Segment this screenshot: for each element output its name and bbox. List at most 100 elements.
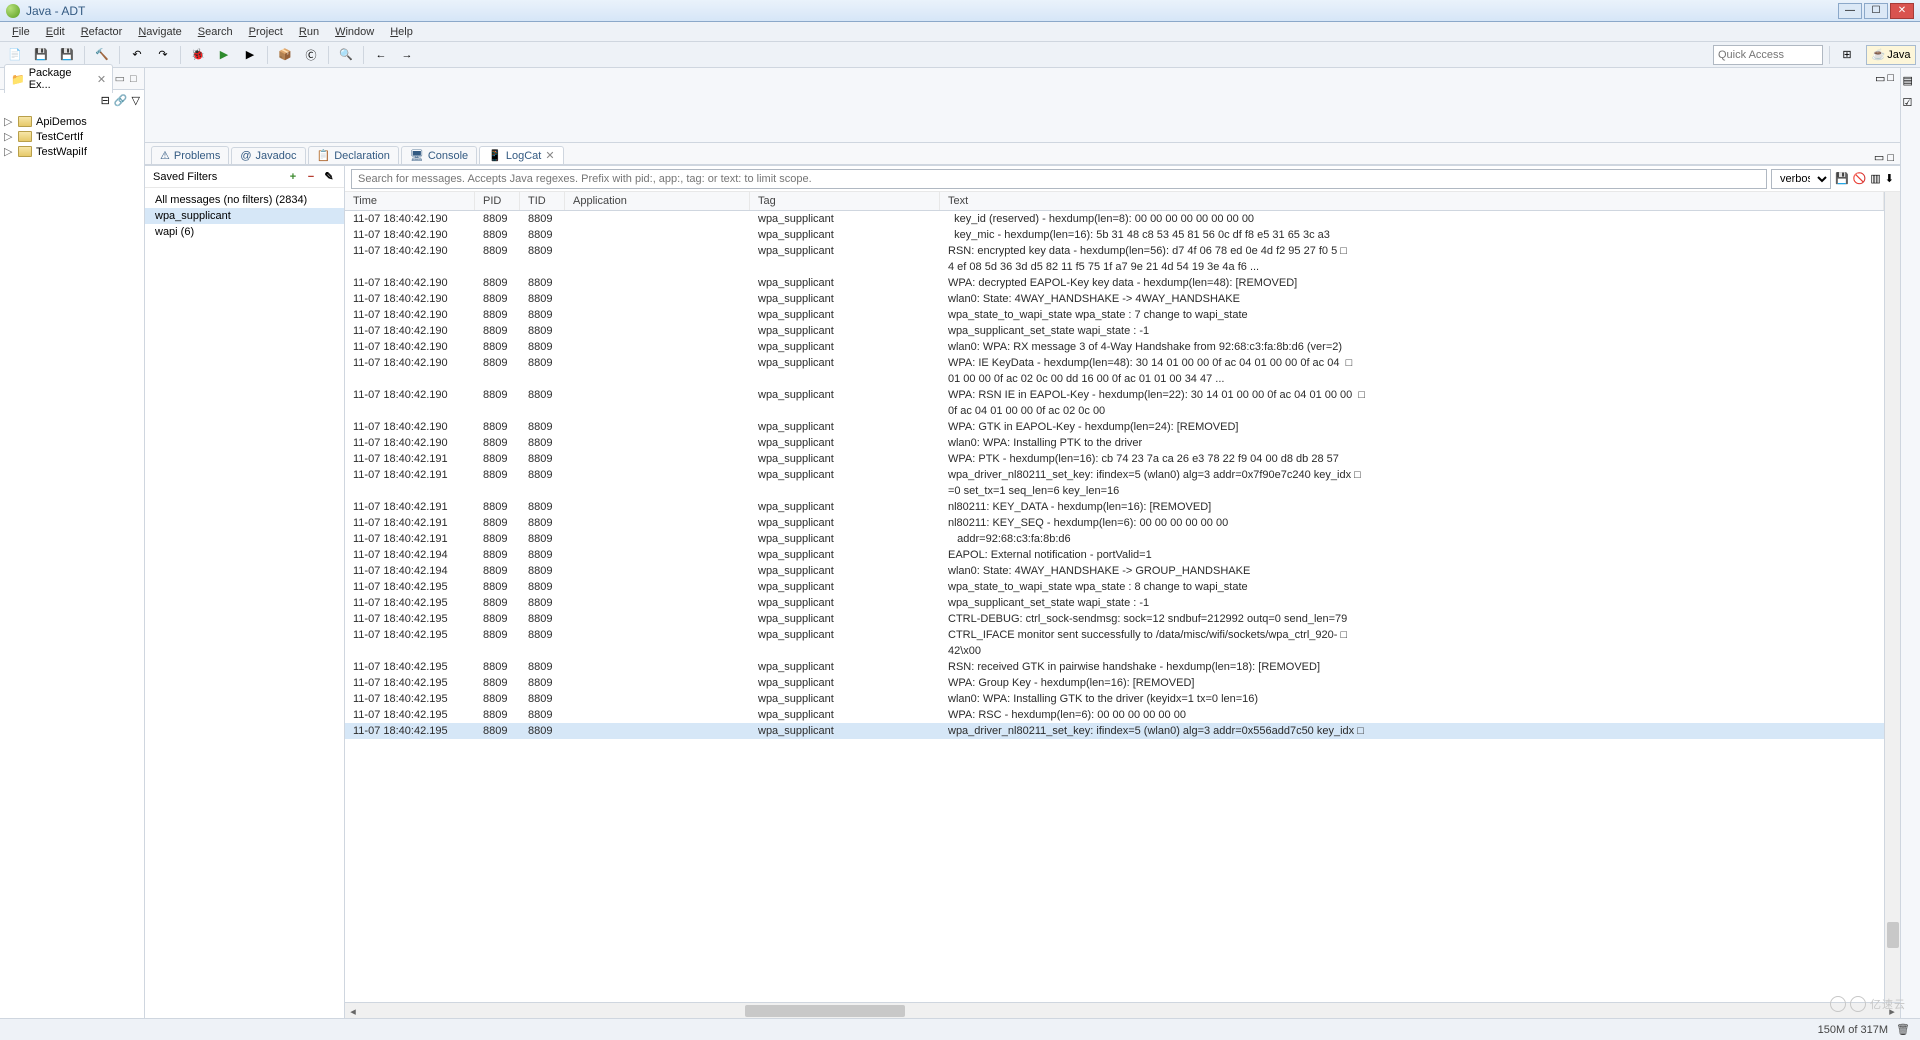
minimize-editor-icon[interactable]: ▭ bbox=[1875, 72, 1885, 85]
log-row[interactable]: =0 set_tx=1 seq_len=6 key_len=16 bbox=[345, 483, 1884, 499]
log-row[interactable]: 11-07 18:40:42.19588098809wpa_supplicant… bbox=[345, 691, 1884, 707]
column-text[interactable]: Text bbox=[940, 192, 1884, 210]
column-application[interactable]: Application bbox=[565, 192, 750, 210]
log-row[interactable]: 11-07 18:40:42.19188098809wpa_supplicant… bbox=[345, 451, 1884, 467]
new-icon[interactable]: 📄 bbox=[4, 45, 26, 65]
run-icon[interactable]: ▶ bbox=[213, 45, 235, 65]
minimize-view-icon[interactable]: ▭ bbox=[1874, 152, 1884, 164]
tab-console[interactable]: 🖥Console bbox=[401, 146, 477, 164]
log-level-select[interactable]: verbose bbox=[1771, 169, 1831, 189]
add-filter-icon[interactable]: + bbox=[286, 170, 300, 184]
vertical-scrollbar[interactable] bbox=[1884, 192, 1900, 1002]
maximize-view-icon[interactable]: □ bbox=[1887, 152, 1894, 164]
build-icon[interactable]: 🔨 bbox=[91, 45, 113, 65]
save-log-icon[interactable]: 💾 bbox=[1835, 172, 1849, 185]
log-row[interactable]: 01 00 00 0f ac 02 0c 00 dd 16 00 0f ac 0… bbox=[345, 371, 1884, 387]
search-icon[interactable]: 🔍 bbox=[335, 45, 357, 65]
log-row[interactable]: 11-07 18:40:42.19188098809wpa_supplicant… bbox=[345, 531, 1884, 547]
minimize-view-icon[interactable]: ▭ bbox=[113, 72, 126, 86]
horizontal-scrollbar[interactable]: ◂ ▸ bbox=[345, 1002, 1900, 1018]
minimize-button[interactable]: — bbox=[1838, 3, 1862, 19]
menu-refactor[interactable]: Refactor bbox=[73, 24, 131, 40]
log-row[interactable]: 11-07 18:40:42.19188098809wpa_supplicant… bbox=[345, 499, 1884, 515]
forward-icon[interactable]: → bbox=[396, 45, 418, 65]
scrollbar-thumb[interactable] bbox=[1887, 922, 1899, 948]
link-editor-icon[interactable]: 🔗 bbox=[114, 94, 128, 107]
remove-filter-icon[interactable]: − bbox=[304, 170, 318, 184]
filter-item[interactable]: wapi (6) bbox=[145, 224, 344, 240]
log-row[interactable]: 11-07 18:40:42.19088098809wpa_supplicant… bbox=[345, 419, 1884, 435]
project-testwapiif[interactable]: ▷TestWapiIf bbox=[0, 144, 144, 159]
scroll-lock-icon[interactable]: ⬇ bbox=[1885, 172, 1894, 185]
log-row[interactable]: 11-07 18:40:42.19588098809wpa_supplicant… bbox=[345, 595, 1884, 611]
task-list-icon[interactable]: ☑ bbox=[1903, 96, 1919, 112]
log-row[interactable]: 11-07 18:40:42.19088098809wpa_supplicant… bbox=[345, 307, 1884, 323]
menu-help[interactable]: Help bbox=[382, 24, 421, 40]
column-pid[interactable]: PID bbox=[475, 192, 520, 210]
tab-logcat[interactable]: 📱LogCat ✕ bbox=[479, 146, 563, 164]
log-row[interactable]: 11-07 18:40:42.19588098809wpa_supplicant… bbox=[345, 579, 1884, 595]
menu-edit[interactable]: Edit bbox=[38, 24, 73, 40]
trash-icon[interactable]: 🗑 bbox=[1896, 1023, 1910, 1037]
save-all-icon[interactable]: 💾 bbox=[56, 45, 78, 65]
close-button[interactable]: ✕ bbox=[1890, 3, 1914, 19]
clear-log-icon[interactable]: 🚫 bbox=[1853, 172, 1867, 185]
log-row[interactable]: 11-07 18:40:42.19088098809wpa_supplicant… bbox=[345, 339, 1884, 355]
filter-item[interactable]: wpa_supplicant bbox=[145, 208, 344, 224]
column-tid[interactable]: TID bbox=[520, 192, 565, 210]
run-last-icon[interactable]: ▶ bbox=[239, 45, 261, 65]
view-menu-icon[interactable]: ▽ bbox=[132, 94, 140, 107]
log-row[interactable]: 11-07 18:40:42.19088098809wpa_supplicant… bbox=[345, 387, 1884, 403]
java-perspective-button[interactable]: ☕ Java bbox=[1866, 45, 1916, 65]
log-row[interactable]: 11-07 18:40:42.19088098809wpa_supplicant… bbox=[345, 275, 1884, 291]
menu-window[interactable]: Window bbox=[327, 24, 382, 40]
project-testcertif[interactable]: ▷TestCertIf bbox=[0, 129, 144, 144]
log-row[interactable]: 11-07 18:40:42.19488098809wpa_supplicant… bbox=[345, 547, 1884, 563]
log-row[interactable]: 42\x00 bbox=[345, 643, 1884, 659]
menu-navigate[interactable]: Navigate bbox=[130, 24, 189, 40]
maximize-editor-icon[interactable]: □ bbox=[1887, 72, 1894, 85]
new-package-icon[interactable]: 📦 bbox=[274, 45, 296, 65]
log-row[interactable]: 11-07 18:40:42.19088098809wpa_supplicant… bbox=[345, 435, 1884, 451]
scrollbar-thumb[interactable] bbox=[745, 1005, 905, 1017]
log-row[interactable]: 11-07 18:40:42.19088098809wpa_supplicant… bbox=[345, 243, 1884, 259]
log-row[interactable]: 11-07 18:40:42.19488098809wpa_supplicant… bbox=[345, 563, 1884, 579]
log-row[interactable]: 11-07 18:40:42.19588098809wpa_supplicant… bbox=[345, 611, 1884, 627]
close-icon[interactable]: ✕ bbox=[97, 73, 106, 86]
package-explorer-tab[interactable]: 📁 Package Ex... ✕ bbox=[4, 64, 113, 93]
log-row[interactable]: 11-07 18:40:42.19588098809wpa_supplicant… bbox=[345, 675, 1884, 691]
twisty-icon[interactable]: ▷ bbox=[4, 115, 14, 128]
log-row[interactable]: 11-07 18:40:42.19088098809wpa_supplicant… bbox=[345, 211, 1884, 227]
log-row[interactable]: 11-07 18:40:42.19088098809wpa_supplicant… bbox=[345, 227, 1884, 243]
menu-project[interactable]: Project bbox=[241, 24, 291, 40]
save-icon[interactable]: 💾 bbox=[30, 45, 52, 65]
menu-file[interactable]: File bbox=[4, 24, 38, 40]
outline-icon[interactable]: ▤ bbox=[1903, 74, 1919, 90]
column-tag[interactable]: Tag bbox=[750, 192, 940, 210]
open-perspective-icon[interactable]: ⊞ bbox=[1836, 45, 1858, 65]
quick-access-input[interactable] bbox=[1713, 45, 1823, 65]
edit-filter-icon[interactable]: ✎ bbox=[322, 170, 336, 184]
log-row[interactable]: 11-07 18:40:42.19588098809wpa_supplicant… bbox=[345, 627, 1884, 643]
log-row[interactable]: 11-07 18:40:42.19588098809wpa_supplicant… bbox=[345, 723, 1884, 739]
collapse-all-icon[interactable]: ⊟ bbox=[101, 94, 110, 107]
log-row[interactable]: 11-07 18:40:42.19588098809wpa_supplicant… bbox=[345, 707, 1884, 723]
twisty-icon[interactable]: ▷ bbox=[4, 130, 14, 143]
twisty-icon[interactable]: ▷ bbox=[4, 145, 14, 158]
log-row[interactable]: 11-07 18:40:42.19088098809wpa_supplicant… bbox=[345, 291, 1884, 307]
tab-declaration[interactable]: 📋Declaration bbox=[308, 146, 399, 164]
display-settings-icon[interactable]: ▥ bbox=[1870, 172, 1880, 185]
back-icon[interactable]: ← bbox=[370, 45, 392, 65]
log-row[interactable]: 4 ef 08 5d 36 3d d5 82 11 f5 75 1f a7 9e… bbox=[345, 259, 1884, 275]
log-row[interactable]: 11-07 18:40:42.19188098809wpa_supplicant… bbox=[345, 467, 1884, 483]
tab-javadoc[interactable]: @Javadoc bbox=[231, 147, 305, 164]
debug-icon[interactable]: 🐞 bbox=[187, 45, 209, 65]
project-apidemos[interactable]: ▷ApiDemos bbox=[0, 114, 144, 129]
new-class-icon[interactable]: Ⓒ bbox=[300, 45, 322, 65]
log-row[interactable]: 0f ac 04 01 00 00 0f ac 02 0c 00 bbox=[345, 403, 1884, 419]
undo-icon[interactable]: ↶ bbox=[126, 45, 148, 65]
menu-run[interactable]: Run bbox=[291, 24, 327, 40]
log-row[interactable]: 11-07 18:40:42.19088098809wpa_supplicant… bbox=[345, 323, 1884, 339]
log-row[interactable]: 11-07 18:40:42.19088098809wpa_supplicant… bbox=[345, 355, 1884, 371]
close-icon[interactable]: ✕ bbox=[545, 149, 554, 162]
